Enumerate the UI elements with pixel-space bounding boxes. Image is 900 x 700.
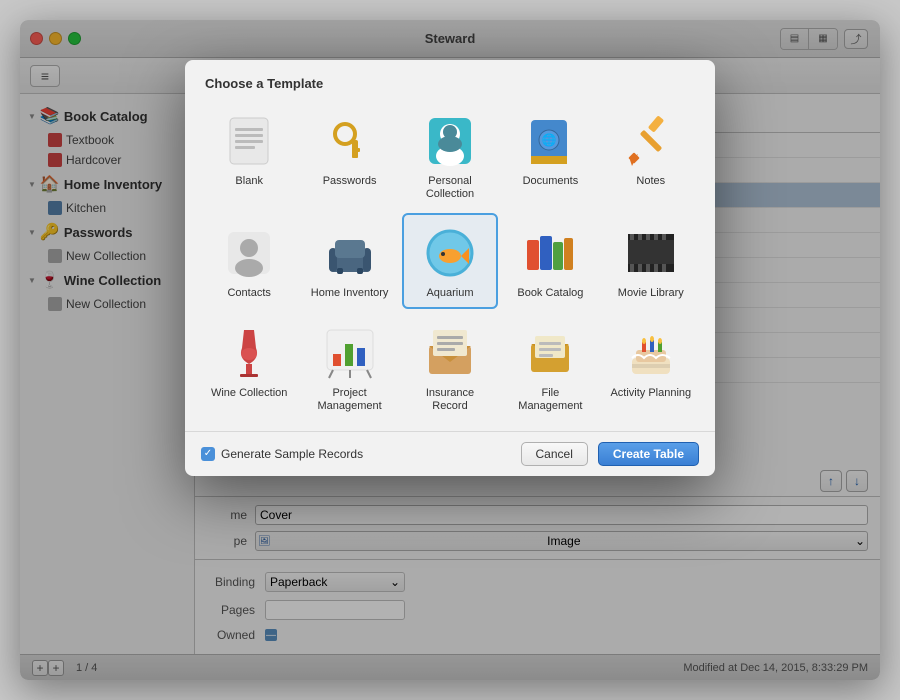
main-window: Steward ▤ ▦ ⤴ ≡ ⊕ ▼ 📚 Book Catalog [20, 20, 880, 680]
contacts-icon [219, 223, 279, 283]
template-passwords[interactable]: Passwords [301, 101, 397, 209]
book-catalog-label: Book Catalog [517, 287, 583, 300]
activity-planning-icon [621, 323, 681, 383]
generate-sample-checkbox[interactable]: ✓ [201, 447, 215, 461]
contacts-label: Contacts [227, 287, 270, 300]
dialog-footer: ✓ Generate Sample Records Cancel Create … [185, 431, 715, 476]
file-management-icon [520, 323, 580, 383]
generate-sample-label: Generate Sample Records [221, 447, 363, 461]
template-movie-library[interactable]: Movie Library [603, 213, 699, 308]
passwords-label: Passwords [323, 175, 377, 188]
template-book-catalog[interactable]: Book Catalog [502, 213, 598, 308]
template-activity-planning[interactable]: Activity Planning [603, 313, 699, 421]
personal-collection-icon [420, 111, 480, 171]
project-management-icon [320, 323, 380, 383]
passwords-icon [320, 111, 380, 171]
template-blank[interactable]: Blank [201, 101, 297, 209]
activity-planning-label: Activity Planning [610, 387, 691, 400]
template-grid: Blank Passwords [185, 101, 715, 431]
notes-icon [621, 111, 681, 171]
movie-library-icon [621, 223, 681, 283]
wine-collection-label: Wine Collection [211, 387, 287, 400]
dialog-overlay: Choose a Template Blank [20, 20, 880, 680]
template-notes[interactable]: Notes [603, 101, 699, 209]
template-documents[interactable]: 🌐 Documents [502, 101, 598, 209]
aquarium-label: Aquarium [426, 287, 473, 300]
create-table-button[interactable]: Create Table [598, 442, 699, 466]
project-management-label: Project Management [307, 387, 391, 413]
generate-sample-row[interactable]: ✓ Generate Sample Records [201, 447, 363, 461]
notes-label: Notes [636, 175, 665, 188]
movie-library-label: Movie Library [618, 287, 684, 300]
template-personal-collection[interactable]: Personal Collection [402, 101, 498, 209]
insurance-record-label: Insurance Record [408, 387, 492, 413]
blank-icon [219, 111, 279, 171]
dialog-title: Choose a Template [185, 60, 715, 101]
template-wine-collection[interactable]: Wine Collection [201, 313, 297, 421]
documents-icon: 🌐 [520, 111, 580, 171]
aquarium-icon [420, 223, 480, 283]
personal-collection-label: Personal Collection [408, 175, 492, 201]
wine-collection-icon [219, 323, 279, 383]
documents-label: Documents [523, 175, 579, 188]
template-dialog: Choose a Template Blank [185, 60, 715, 476]
template-contacts[interactable]: Contacts [201, 213, 297, 308]
cancel-button[interactable]: Cancel [521, 442, 588, 466]
template-insurance-record[interactable]: Insurance Record [402, 313, 498, 421]
book-catalog-icon [520, 223, 580, 283]
template-home-inventory[interactable]: Home Inventory [301, 213, 397, 308]
file-management-label: File Management [508, 387, 592, 413]
home-inventory-icon [320, 223, 380, 283]
insurance-record-icon [420, 323, 480, 383]
svg-text:🌐: 🌐 [542, 133, 557, 147]
blank-label: Blank [235, 175, 263, 188]
template-project-management[interactable]: Project Management [301, 313, 397, 421]
template-aquarium[interactable]: Aquarium [402, 213, 498, 308]
template-file-management[interactable]: File Management [502, 313, 598, 421]
home-inventory-label: Home Inventory [311, 287, 389, 300]
